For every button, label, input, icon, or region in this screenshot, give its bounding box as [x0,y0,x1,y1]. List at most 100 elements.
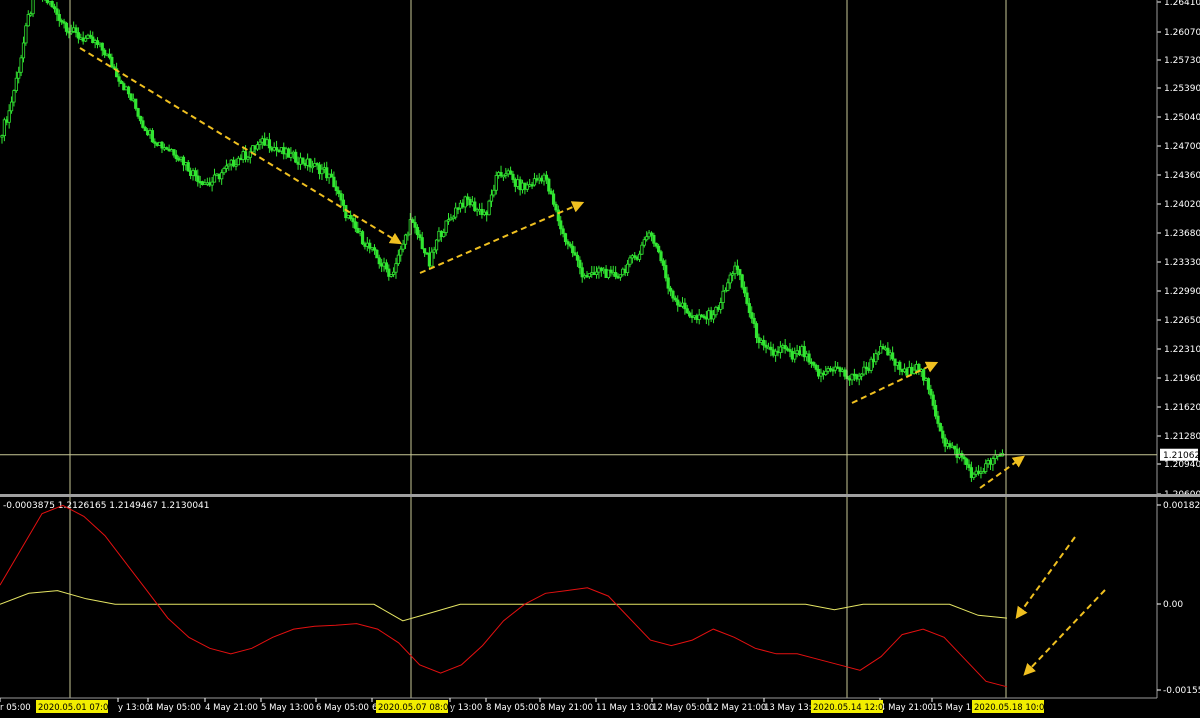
highlighted-time-label: 2020.05.01 07:00 [38,703,114,713]
candle-body [186,162,190,172]
candle-body [136,108,140,117]
candle-body [55,8,59,15]
candle-body [107,53,112,58]
time-tick-label: 4 May 21:00 [205,703,258,713]
panel-separator[interactable] [0,494,1200,497]
candle-body [936,415,940,424]
candle-body [360,231,365,245]
current-price-label: 1.21062 [1163,451,1200,461]
price-tick-label: 1.23330 [1164,258,1200,268]
candle-body [17,71,21,79]
candle-body [750,312,754,319]
candle-body [747,303,751,313]
candle-body [659,251,663,262]
time-tick-label: 12 May 21:00 [708,703,766,713]
candle-body [12,90,16,103]
price-tick-label: 1.24020 [1164,200,1200,210]
trading-chart-window[interactable]: 1.26410 1.26070 1.25730 1.25390 1.25040 1.247… [0,0,1200,718]
price-tick-label: 1.22310 [1164,345,1200,355]
candle-body [31,0,35,15]
candle-body [220,172,224,180]
candle-body [676,299,680,306]
candle-body [375,249,379,259]
candle-body [294,151,298,163]
chart-background [0,0,1200,718]
candle-body [972,473,976,478]
price-tick-label: 1.20940 [1164,460,1200,470]
candle-body [489,194,494,202]
candle-body [685,308,689,314]
price-tick-label: 1.25730 [1164,56,1200,66]
candle-body [661,260,665,266]
price-tick-label: 1.21620 [1164,403,1200,413]
candle-body [349,214,353,219]
candle-body [320,168,324,175]
candle-body [857,375,861,380]
price-tick-label: 1.26410 [1164,0,1200,8]
candle-body [83,37,88,42]
candle-body [563,233,568,243]
candle-body [984,463,988,472]
candle-body [549,190,553,195]
time-tick-label: y 13:00 [450,703,482,713]
candle-body [415,226,420,236]
candle-body [745,292,749,304]
candle-body [222,168,226,174]
highlighted-time-label: 2020.05.07 08:00 [378,703,454,713]
price-tick-label: 1.24700 [1164,142,1200,152]
candle-body [141,120,145,128]
candle-body [334,186,338,192]
candle-body [444,220,448,233]
highlighted-time-label: 2020.05.14 12:00 [813,703,889,713]
candle-body [814,364,818,370]
candle-body [824,370,828,375]
candle-body [442,232,446,237]
candle-body [719,302,723,310]
candle-body [642,239,646,246]
candle-body [754,323,759,339]
candle-body [411,219,415,223]
candle-body [929,388,933,396]
candle-body [76,32,81,39]
candle-body [938,423,942,432]
candle-body [721,290,725,303]
candle-body [508,170,513,175]
candle-body [726,282,730,291]
candle-body [843,369,847,377]
candle-body [430,251,434,267]
candle-body [492,189,496,196]
candle-body [575,254,580,261]
candle-body [64,22,69,32]
time-tick-label: 11 May 13:00 [596,703,654,713]
candle-body [547,178,551,192]
price-tick-label: 1.23680 [1164,229,1200,239]
candle-body [738,269,742,276]
candle-body [668,287,673,292]
candle-body [561,228,565,235]
price-tick-label: 1.21960 [1164,374,1200,384]
candle-body [793,353,797,360]
candle-body [571,245,575,254]
candle-body [554,203,558,211]
candle-body [134,98,138,109]
candle-body [762,339,766,346]
candle-body [654,242,658,247]
price-tick-label: 1.22990 [1164,287,1200,297]
candle-body [671,290,675,299]
candle-body [891,352,895,360]
candle-body [926,378,931,390]
candle-body [337,190,341,195]
candle-body [126,86,131,95]
candle-body [117,76,121,82]
time-tick-label: 12 May 05:00 [652,703,710,713]
time-tick-label: 6 May 05:00 [316,703,369,713]
time-tick-label: 4 May 05:00 [148,703,201,713]
candle-body [100,42,104,51]
time-tick-label: y 13:00 [118,703,150,713]
candle-body [683,302,687,310]
candle-body [255,144,260,150]
candle-body [657,245,661,253]
candle-body [143,127,147,132]
candle-body [728,274,732,284]
candle-body [403,234,408,245]
